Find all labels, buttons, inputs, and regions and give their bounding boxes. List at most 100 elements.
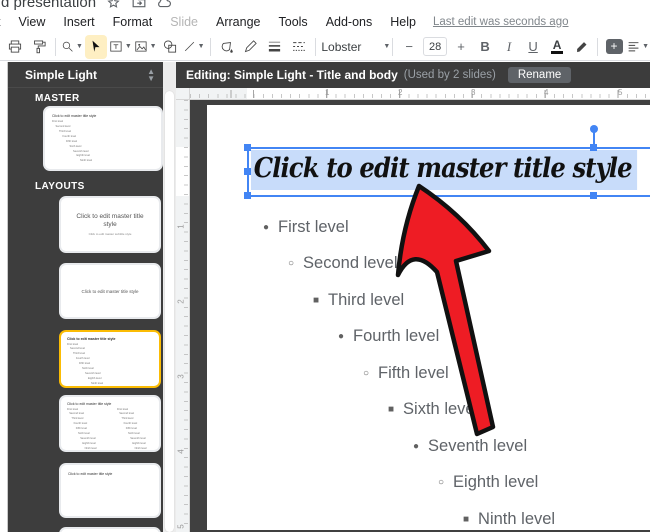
ruler-number: 2 [177,299,186,303]
thumb-line: Ninth level [91,382,159,387]
highlight-color-icon[interactable] [570,35,592,59]
window-left-edge [0,62,8,532]
star-icon[interactable] [106,0,121,10]
bullet-row[interactable]: ● Fourth level [338,326,439,346]
selection-handle-bottom-left[interactable] [244,192,251,199]
font-family-select[interactable]: Lobster ▼ [320,35,387,59]
menubar: t View Insert Format Slide Arrange Tools… [0,11,569,32]
bullet-row[interactable]: ○Second level [288,253,398,273]
bullet-text: Fourth level [353,327,439,346]
menu-slide[interactable]: Slide [161,12,207,32]
print-icon[interactable] [4,35,26,59]
bullet-row[interactable]: ■Third level [313,290,404,310]
fill-color-icon[interactable] [216,35,238,59]
menu-arrange[interactable]: Arrange [207,12,269,32]
menu-view[interactable]: View [9,12,54,32]
ruler-number: 4 [177,449,186,453]
shape-icon[interactable] [159,35,181,59]
slide-editing-surface[interactable]: Click to edit master title style ●First … [207,105,650,530]
ruler-number: 1 [177,224,186,228]
selection-handle-top-mid[interactable] [590,144,597,151]
bullet-glyph: ● [263,222,269,233]
thumb-line: Ninth level [135,447,159,450]
theme-header[interactable]: Simple Light ▲▼ [8,62,163,88]
text-color-icon[interactable]: A [546,35,568,59]
selection-handle-bottom-mid[interactable] [590,192,597,199]
vertical-ruler: 1 2 3 4 5 [176,100,190,532]
ruler-number: 5 [177,524,186,528]
editing-bar: Editing: Simple Light - Title and body (… [176,62,650,88]
ruler-number: 3 [471,88,475,97]
selection-handle-mid-left[interactable] [244,168,251,175]
bullet-row[interactable]: ○Fifth level [363,363,449,383]
menu-tools[interactable]: Tools [270,12,317,32]
ruler-number: 3 [177,374,186,378]
align-icon[interactable]: ▼ [627,35,649,59]
layout-thumbnail-section[interactable]: Click to edit master title style [59,263,161,319]
bullet-text: Seventh level [428,437,527,456]
bullet-row[interactable]: ○ Eighth level [438,472,538,492]
document-title[interactable]: d presentation [0,0,96,11]
bold-button[interactable]: B [474,35,496,59]
bullet-glyph: ■ [313,295,319,306]
ruler-number: 5 [618,88,622,97]
rename-button[interactable]: Rename [508,67,571,83]
bullet-text: Sixth level [403,400,478,419]
border-weight-icon[interactable] [264,35,286,59]
underline-button[interactable]: U [522,35,544,59]
google-slides-master-editor: d presentation t View Insert Format Slid… [0,0,650,532]
menu-partial[interactable]: t [0,12,9,32]
sidebar-scrollbar-thumb[interactable] [165,91,174,532]
ruler-number: 4 [544,88,548,97]
thumb-line: Ninth level [85,447,109,450]
last-edit-link[interactable]: Last edit was seconds ago [433,16,569,28]
font-size-decrease-button[interactable]: − [398,35,420,59]
thumb-title: Click to edit master title style [71,213,149,229]
bullet-row[interactable]: ●First level [263,217,349,237]
paint-format-icon[interactable] [28,35,50,59]
bullet-glyph: ■ [463,514,469,525]
font-size-increase-button[interactable]: + [450,35,472,59]
bullet-glyph: ● [338,331,344,342]
border-dash-icon[interactable] [288,35,310,59]
layout-thumbnail-title-body[interactable]: Click to edit master title style First l… [59,330,161,388]
toolbar: ▼ ▼ ▼ ▼ [0,33,650,61]
bullet-row[interactable]: ■ Sixth level [388,399,478,419]
bullet-text: Eighth level [453,473,538,492]
cloud-saved-icon[interactable] [156,0,171,10]
master-thumbnail[interactable]: Click to edit master title style First l… [43,106,163,171]
layout-thumbnail-title-only[interactable]: Click to edit master title style [59,463,161,518]
bullet-glyph: ○ [438,477,444,488]
comment-icon[interactable]: + [603,35,625,59]
master-sidebar: Simple Light ▲▼ MASTER Click to edit mas… [8,62,163,532]
border-color-icon[interactable] [240,35,262,59]
selection-handle-top-left[interactable] [244,144,251,151]
thumb-title: Click to edit master title style [67,337,159,341]
editing-layout-label: Editing: Simple Light - Title and body [186,68,398,82]
italic-button[interactable]: I [498,35,520,59]
thumb-title: Click to edit master title style [52,114,161,118]
bullet-row[interactable]: ■Ninth level [463,509,555,529]
theme-name: Simple Light [25,68,147,82]
menu-format[interactable]: Format [104,12,162,32]
menu-insert[interactable]: Insert [54,12,103,32]
select-icon[interactable] [85,35,107,59]
text-box-icon[interactable]: ▼ [109,35,132,59]
layout-thumbnail-two-column[interactable]: Click to edit master title style First l… [59,395,161,452]
bullet-glyph: ■ [388,404,394,415]
menu-addons[interactable]: Add-ons [317,12,382,32]
line-icon[interactable]: ▼ [183,35,205,59]
move-folder-icon[interactable] [131,0,146,10]
master-title-text[interactable]: Click to edit master title style [251,150,637,190]
image-icon[interactable]: ▼ [134,35,157,59]
layout-thumbnail-title[interactable]: Click to edit master title style Click t… [59,196,161,253]
menu-help[interactable]: Help [381,12,425,32]
master-title-placeholder[interactable]: Click to edit master title style [251,153,637,184]
bullet-row[interactable]: ●Seventh level [413,436,527,456]
font-size-input[interactable]: 28 [423,37,447,56]
reorder-icon[interactable]: ▲▼ [147,68,155,82]
layout-thumbnail-partial[interactable] [59,527,161,532]
rotation-handle[interactable] [590,125,598,133]
bullet-glyph: ○ [363,368,369,379]
zoom-icon[interactable]: ▼ [61,35,83,59]
